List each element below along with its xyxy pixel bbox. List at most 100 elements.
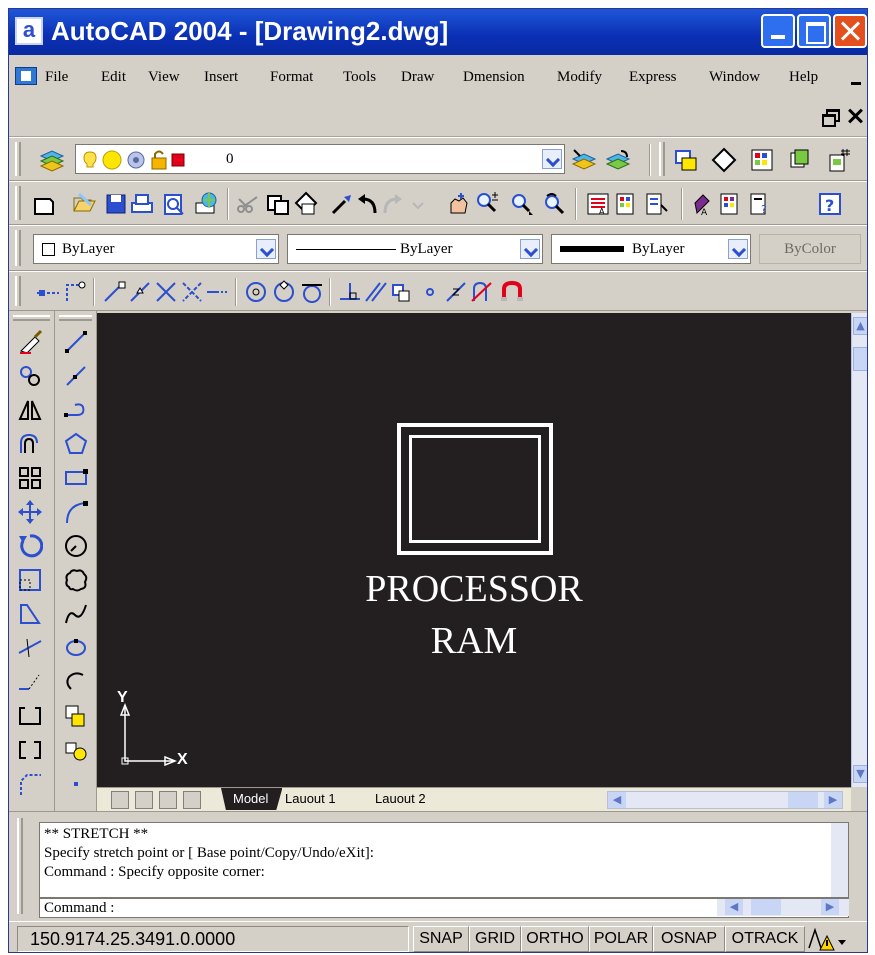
drawing-area[interactable]: PROCESSOR RAM Y X <box>97 313 851 787</box>
pan-realtime-icon[interactable] <box>445 191 471 217</box>
processor-label[interactable]: PROCESSOR <box>97 567 851 611</box>
ram-label[interactable]: RAM <box>97 619 851 663</box>
menu-edit[interactable]: Edit <box>101 67 126 87</box>
maximize-button[interactable] <box>797 14 831 48</box>
document-icon[interactable] <box>15 67 37 85</box>
color-control-dropdown[interactable]: ByLayer <box>33 234 279 264</box>
paste-icon[interactable] <box>293 191 319 217</box>
array-icon[interactable] <box>17 465 43 491</box>
polygon-icon[interactable] <box>63 431 89 457</box>
horizontal-scrollbar[interactable]: ◀ ▶ <box>607 791 843 809</box>
extend-icon[interactable] <box>17 669 43 695</box>
zoom-window-icon[interactable] <box>509 191 535 217</box>
snap-endpoint-icon[interactable] <box>101 279 127 305</box>
insert-block-icon[interactable] <box>63 703 89 729</box>
coordinate-display[interactable]: 150.9174.25.3491.0.0000 <box>17 926 409 952</box>
offset-icon[interactable] <box>17 431 43 457</box>
spline-icon[interactable] <box>63 601 89 627</box>
menu-modify[interactable]: Modify <box>557 67 602 87</box>
layer-manager-icon[interactable] <box>39 147 65 173</box>
point-icon[interactable] <box>63 771 89 797</box>
status-menu-chevron-icon[interactable] <box>835 934 849 948</box>
osnap-toggle[interactable]: OSNAP <box>653 926 725 952</box>
match-properties-brush-icon[interactable] <box>329 191 355 217</box>
menu-help[interactable]: Help <box>789 67 818 87</box>
layer-control-dropdown[interactable]: 0 <box>75 144 565 174</box>
processor-inner-rectangle[interactable] <box>409 435 541 543</box>
save-icon[interactable] <box>103 191 129 217</box>
design-center-palette-icon[interactable] <box>613 191 639 217</box>
previous-tab-icon[interactable] <box>135 791 153 809</box>
ellipse-arc-icon[interactable] <box>63 669 89 695</box>
help-icon[interactable]: ? <box>817 191 843 217</box>
osnap-settings-icon[interactable] <box>499 279 525 305</box>
chevron-down-icon[interactable] <box>520 239 540 259</box>
trim-icon[interactable] <box>17 635 43 661</box>
chevron-down-icon[interactable] <box>256 239 276 259</box>
snap-none-icon[interactable] <box>469 279 495 305</box>
menu-express[interactable]: Express <box>629 67 677 87</box>
mirror-icon[interactable] <box>17 397 43 423</box>
menu-window[interactable]: Window <box>709 67 760 87</box>
line-icon[interactable] <box>63 329 89 355</box>
rotate-icon[interactable] <box>17 533 43 559</box>
scroll-left-icon[interactable]: ◀ <box>608 792 626 808</box>
properties-palette-icon[interactable]: A <box>585 191 611 217</box>
grid-toggle[interactable]: GRID <box>469 926 521 952</box>
minimize-button[interactable] <box>761 14 795 48</box>
snap-midpoint-icon[interactable] <box>127 279 153 305</box>
dbconnect-icon[interactable] <box>827 147 853 173</box>
open-icon[interactable] <box>71 191 97 217</box>
menu-file[interactable]: File <box>45 67 68 87</box>
cut-icon[interactable] <box>235 191 261 217</box>
linetype-control-dropdown[interactable]: ByLayer <box>287 234 543 264</box>
horizontal-scroll-thumb[interactable] <box>788 792 818 808</box>
stretch-icon[interactable] <box>17 601 43 627</box>
scroll-right-icon[interactable]: ▶ <box>821 899 839 915</box>
vertical-scrollbar[interactable]: ▲ ▼ <box>851 313 867 787</box>
zoom-realtime-icon[interactable] <box>475 191 501 217</box>
scroll-right-icon[interactable]: ▶ <box>824 792 842 808</box>
temporary-tracking-point-icon[interactable] <box>35 279 61 305</box>
snap-apparent-intersection-icon[interactable] <box>179 279 205 305</box>
chamfer-icon[interactable] <box>17 771 43 797</box>
document-close-button[interactable] <box>847 107 865 125</box>
break-at-point-icon[interactable] <box>17 703 43 729</box>
snap-parallel-icon[interactable] <box>363 279 389 305</box>
snap-toggle[interactable]: SNAP <box>413 926 469 952</box>
command-horizontal-scrollbar[interactable]: ◀ ▶ <box>717 899 849 916</box>
snap-center-icon[interactable] <box>243 279 269 305</box>
chevron-down-icon[interactable] <box>728 239 748 259</box>
snap-nearest-icon[interactable] <box>443 279 469 305</box>
toolbar-grip[interactable] <box>659 142 665 176</box>
publish-to-web-icon[interactable] <box>193 191 219 217</box>
move-icon[interactable] <box>17 499 43 525</box>
snap-extension-icon[interactable] <box>205 279 231 305</box>
toolbar-grip[interactable] <box>15 276 21 306</box>
command-history[interactable]: ** STRETCH ** Specify stretch point or [… <box>39 822 849 898</box>
new-drawing-icon[interactable] <box>31 191 57 217</box>
quick-calc-icon[interactable]: ? <box>747 191 773 217</box>
snap-from-icon[interactable] <box>61 279 87 305</box>
toolbar-grip[interactable] <box>15 230 21 266</box>
copy-object-icon[interactable] <box>17 363 43 389</box>
erase-icon[interactable] <box>17 329 43 355</box>
snap-perpendicular-icon[interactable] <box>337 279 363 305</box>
snap-intersection-icon[interactable] <box>153 279 179 305</box>
chevron-down-icon[interactable] <box>542 149 562 169</box>
close-button[interactable] <box>833 14 867 48</box>
tab-layout-2[interactable]: Lauout 2 <box>365 788 426 810</box>
menu-view[interactable]: View <box>148 67 180 87</box>
design-center-icon[interactable] <box>749 147 775 173</box>
polyline-icon[interactable] <box>63 397 89 423</box>
next-tab-icon[interactable] <box>159 791 177 809</box>
toolbar-grip[interactable] <box>15 142 21 176</box>
last-tab-icon[interactable] <box>183 791 201 809</box>
command-scroll-thumb[interactable] <box>751 899 781 915</box>
polar-toggle[interactable]: POLAR <box>589 926 653 952</box>
break-icon[interactable] <box>17 737 43 763</box>
toolbar-grip[interactable] <box>59 315 92 321</box>
snap-tangent-icon[interactable] <box>299 279 325 305</box>
scroll-up-icon[interactable]: ▲ <box>853 317 867 335</box>
construction-line-icon[interactable] <box>63 363 89 389</box>
